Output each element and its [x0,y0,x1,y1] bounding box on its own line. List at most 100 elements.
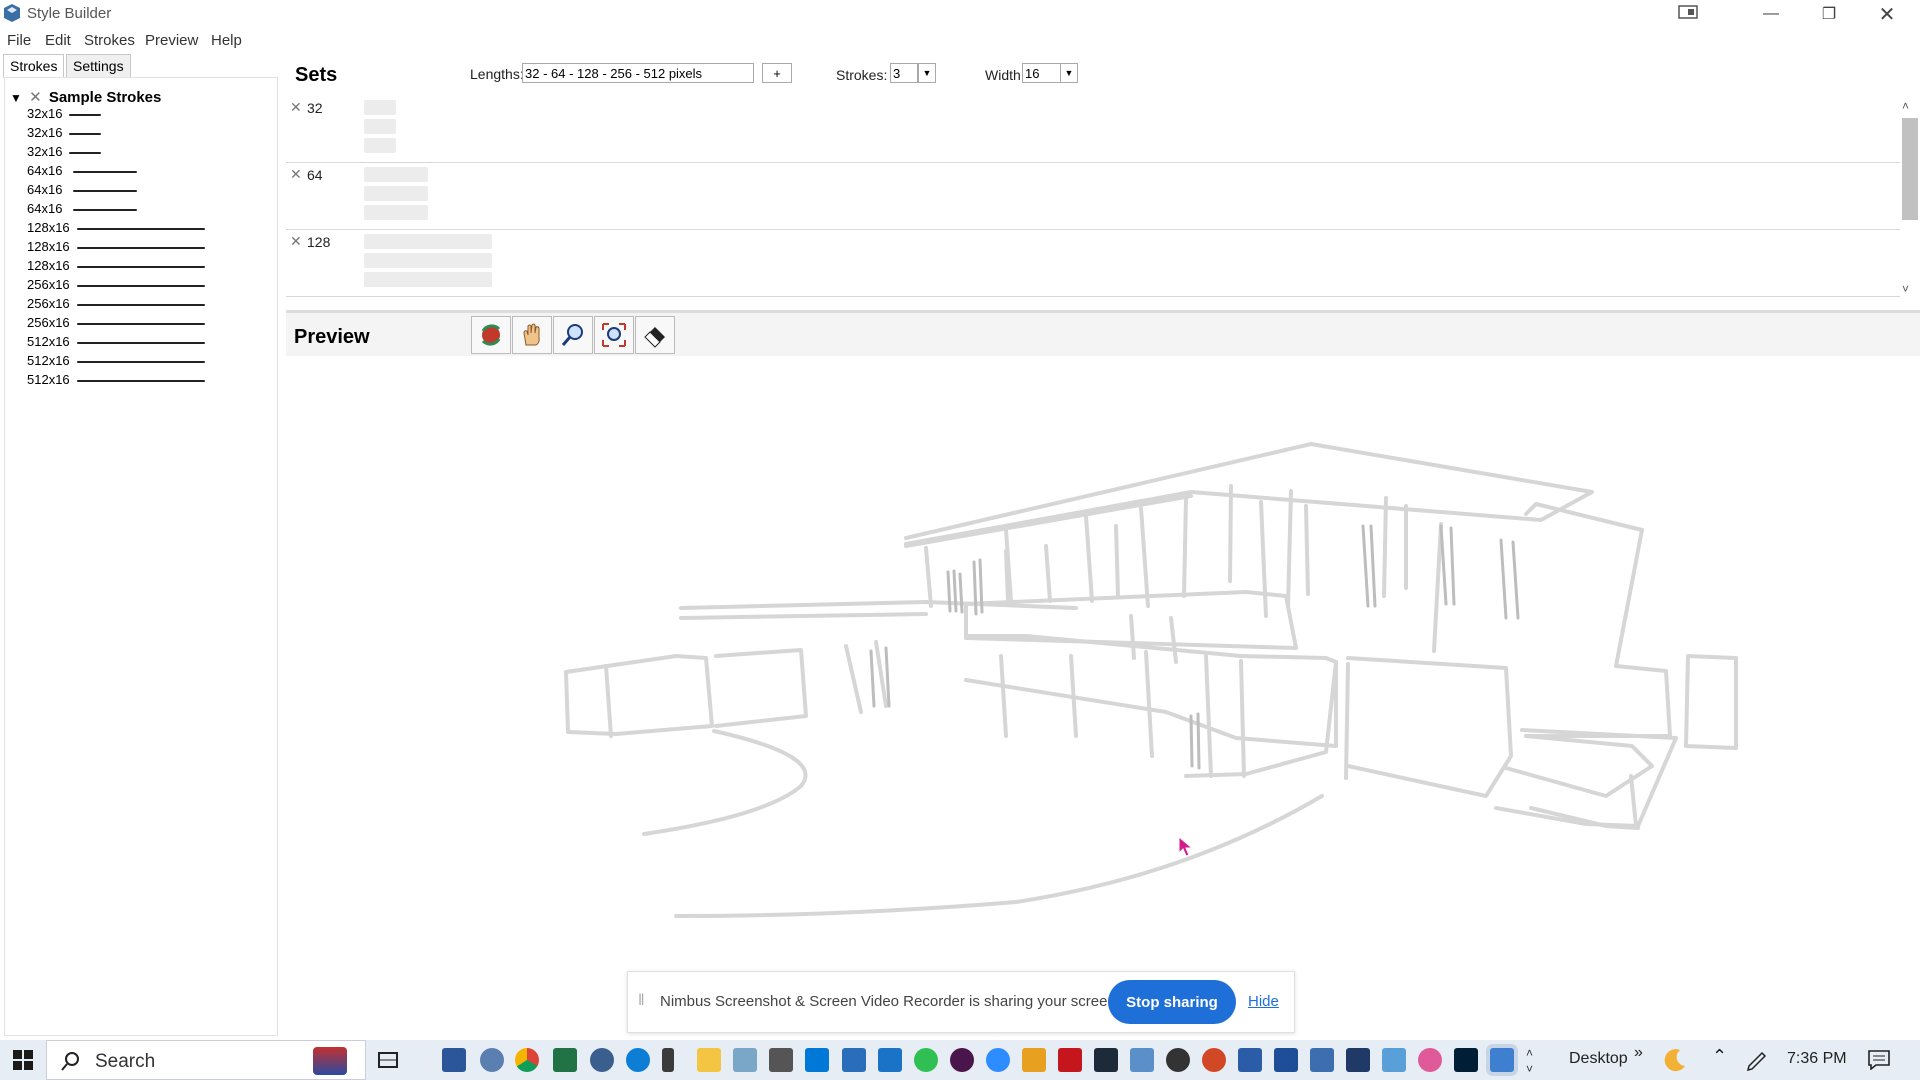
app-icon-14[interactable] [1310,1048,1334,1072]
app-icon-12[interactable] [1238,1048,1262,1072]
word-icon[interactable] [442,1048,466,1072]
minimize-button[interactable]: — [1742,0,1800,28]
photoshop-icon[interactable] [1454,1048,1478,1072]
tray-overflow-icon[interactable]: ⌃ [1712,1046,1727,1067]
stroke-slot[interactable] [364,138,396,153]
menu-preview[interactable]: Preview [145,32,198,49]
stroke-item[interactable]: 32x16 [27,144,101,163]
app-icon-15[interactable] [1346,1048,1370,1072]
drag-handle-icon[interactable]: ‖ [638,992,645,1010]
desktop-toolbar-label[interactable]: Desktop [1569,1050,1628,1068]
menu-help[interactable]: Help [211,32,242,49]
app-icon-6[interactable] [878,1048,902,1072]
tab-settings[interactable]: Settings [66,54,131,78]
scroll-up-icon[interactable]: ˄ [1902,99,1909,113]
stroke-slot[interactable] [364,253,492,268]
remove-set-icon[interactable]: ✕ [290,233,302,250]
stroke-item[interactable]: 32x16 [27,106,101,125]
stroke-item[interactable]: 64x16 [27,163,137,182]
stroke-slot[interactable] [364,167,428,182]
clock-time[interactable]: 7:36 PM [1787,1050,1847,1068]
r-app-icon[interactable] [480,1048,504,1072]
tab-strokes[interactable]: Strokes [3,54,65,78]
app-icon-7[interactable] [914,1048,938,1072]
app-icon-5[interactable] [842,1048,866,1072]
tree-root[interactable]: ▼ ✕ Sample Strokes [10,88,161,106]
pen-icon[interactable] [1746,1050,1768,1075]
stroke-item[interactable]: 512x16 [27,334,205,353]
task-view-icon[interactable] [376,1048,400,1072]
orbit-icon[interactable] [471,316,511,354]
add-length-button[interactable]: + [762,63,792,83]
powerpoint-icon[interactable] [1202,1048,1226,1072]
strokes-select[interactable]: 3 [890,63,918,83]
menu-file[interactable]: File [7,32,31,49]
stroke-item[interactable]: 32x16 [27,125,101,144]
slack-icon[interactable] [950,1048,974,1072]
app-icon-1[interactable] [590,1048,614,1072]
taskbar-scroll-up-icon[interactable]: ˄ [1526,1046,1533,1060]
menu-strokes[interactable]: Strokes [84,32,135,49]
style-builder-taskbar-icon[interactable] [1490,1048,1514,1072]
zoom-extents-icon[interactable] [594,316,634,354]
stroke-slot[interactable] [364,100,396,115]
width-dropdown-icon[interactable]: ▼ [1060,63,1078,83]
stroke-item[interactable]: 512x16 [27,372,205,391]
app-icon-16[interactable] [1382,1048,1406,1072]
snap-icon[interactable] [1678,5,1700,21]
app-icon-4[interactable] [769,1048,793,1072]
stroke-slot[interactable] [364,205,428,220]
remove-icon[interactable]: ✕ [29,89,42,106]
vscode-icon[interactable] [805,1048,829,1072]
close-button[interactable]: ✕ [1858,0,1916,28]
stroke-slot[interactable] [364,186,428,201]
strokes-dropdown-icon[interactable]: ▼ [918,63,936,83]
stroke-slot[interactable] [364,272,492,287]
start-button[interactable] [0,1040,46,1080]
scroll-down-icon[interactable]: ˅ [1902,282,1909,296]
zoom-icon[interactable] [553,316,593,354]
stroke-item[interactable]: 64x16 [27,201,137,220]
stop-sharing-button[interactable]: Stop sharing [1108,980,1236,1024]
app-icon-3[interactable] [733,1048,757,1072]
stroke-item[interactable]: 512x16 [27,353,205,372]
app-icon-17[interactable] [1418,1048,1442,1072]
app-icon-8[interactable] [1022,1048,1046,1072]
remove-set-icon[interactable]: ✕ [290,166,302,183]
taskbar-scroll-down-icon[interactable]: ˅ [1526,1062,1533,1076]
app-icon-10[interactable] [1094,1048,1118,1072]
toolbar-expand-icon[interactable]: » [1634,1044,1643,1062]
preview-canvas[interactable] [286,356,1920,1036]
taskbar-search[interactable]: Search [46,1040,366,1080]
stroke-item[interactable]: 128x16 [27,258,205,277]
edge-icon[interactable] [626,1048,650,1072]
chrome-icon[interactable] [515,1048,539,1072]
night-light-icon[interactable] [1662,1047,1688,1076]
stroke-item[interactable]: 128x16 [27,220,205,239]
notifications-icon[interactable] [1868,1050,1890,1073]
pan-icon[interactable] [512,316,552,354]
hide-link[interactable]: Hide [1248,993,1279,1010]
excel-icon[interactable] [553,1048,577,1072]
stroke-item[interactable]: 256x16 [27,315,205,334]
stroke-item[interactable]: 128x16 [27,239,205,258]
file-explorer-icon[interactable] [697,1048,721,1072]
restore-button[interactable]: ❐ [1800,0,1858,28]
eraser-icon[interactable] [635,316,675,354]
settings-gear-icon[interactable] [1166,1048,1190,1072]
stroke-slot[interactable] [364,234,492,249]
app-icon-2[interactable] [662,1048,674,1072]
zoom-app-icon[interactable] [986,1048,1010,1072]
app-icon-13[interactable] [1274,1048,1298,1072]
stroke-slot[interactable] [364,119,396,134]
app-icon-9[interactable] [1058,1048,1082,1072]
remove-set-icon[interactable]: ✕ [290,99,302,116]
menu-edit[interactable]: Edit [45,32,71,49]
app-icon-11[interactable] [1130,1048,1154,1072]
stroke-item[interactable]: 256x16 [27,296,205,315]
sets-scroll-thumb[interactable] [1902,118,1918,220]
stroke-item[interactable]: 64x16 [27,182,137,201]
collapse-triangle-icon[interactable]: ▼ [10,91,22,105]
stroke-item[interactable]: 256x16 [27,277,205,296]
lengths-input[interactable]: 32 - 64 - 128 - 256 - 512 pixels [522,63,754,83]
